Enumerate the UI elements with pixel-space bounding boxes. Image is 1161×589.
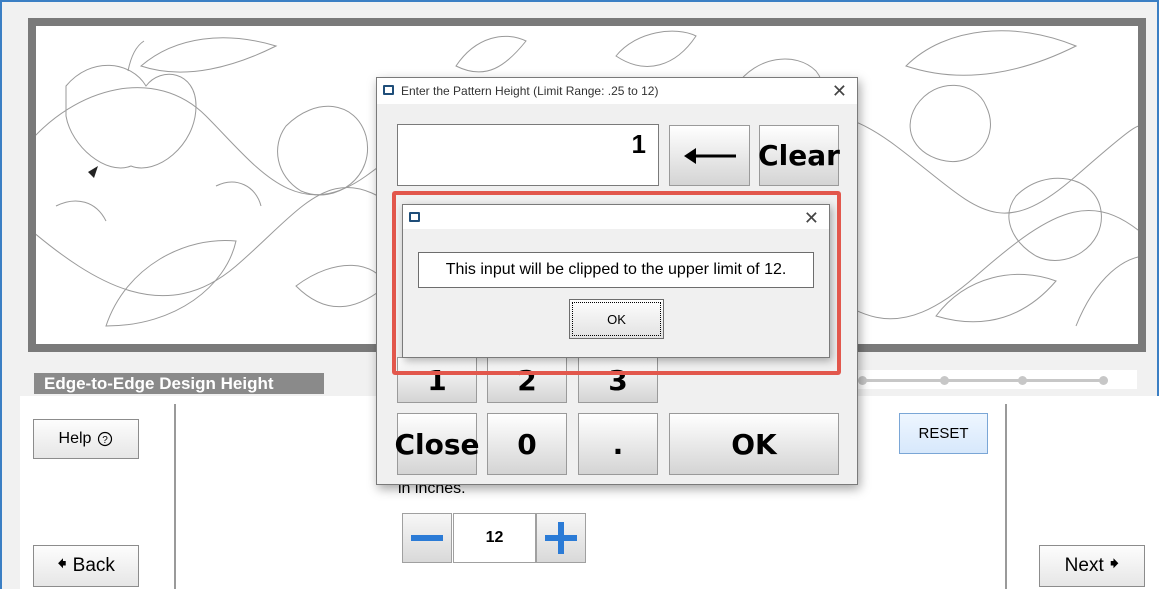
next-label: Next [1064,555,1104,576]
next-button[interactable]: Next 🠺 [1039,545,1145,587]
close-icon[interactable]: ✕ [804,205,819,231]
divider [174,404,176,589]
clear-button[interactable]: Clear [758,125,840,186]
decimal-key[interactable]: . [578,413,658,475]
alert-titlebar: ✕ [403,205,829,229]
left-arrow-icon: 🠸 [57,554,67,575]
close-button[interactable]: Close [394,413,480,475]
left-arrow-icon [683,147,736,164]
clip-warning-dialog: ✕ This input will be clipped to the uppe… [402,204,830,358]
reset-button[interactable]: RESET [899,413,988,454]
app-window-icon [409,212,420,222]
key-0[interactable]: 0 [487,413,567,475]
key-3[interactable]: 3 [578,357,658,403]
close-icon[interactable]: ✕ [832,78,847,104]
minus-icon [411,535,443,541]
back-label: Back [72,555,115,576]
back-button[interactable]: 🠸 Back [33,545,139,587]
svg-text:?: ? [103,435,109,446]
help-button[interactable]: Help ? [33,419,139,459]
dialog-title: Enter the Pattern Height (Limit Range: .… [401,84,659,98]
section-title: Edge-to-Edge Design Height [34,373,324,394]
question-circle-icon: ? [98,431,113,447]
height-value-field[interactable]: 12 [453,513,536,563]
plus-icon [545,522,577,554]
backspace-button[interactable] [669,125,750,186]
keypad-display[interactable]: 1 [397,124,659,186]
app-window-icon [383,85,394,95]
slider-stop[interactable] [1018,376,1027,385]
decrease-button[interactable] [402,513,452,563]
slider-stop[interactable] [940,376,949,385]
key-2[interactable]: 2 [487,357,567,403]
slider-handle[interactable] [1099,376,1108,385]
divider [1005,404,1007,589]
alert-ok-button[interactable]: OK [569,299,664,339]
keypad-ok-button[interactable]: OK [669,413,839,475]
cursor-marker-icon [88,166,98,178]
key-1[interactable]: 1 [397,357,477,403]
height-slider-line [862,379,1102,382]
alert-message: This input will be clipped to the upper … [418,252,814,288]
right-arrow-icon: 🠺 [1109,554,1120,575]
dialog-titlebar: Enter the Pattern Height (Limit Range: .… [377,78,857,104]
slider-stop[interactable] [858,376,867,385]
help-label: Help [58,430,92,447]
increase-button[interactable] [536,513,586,563]
